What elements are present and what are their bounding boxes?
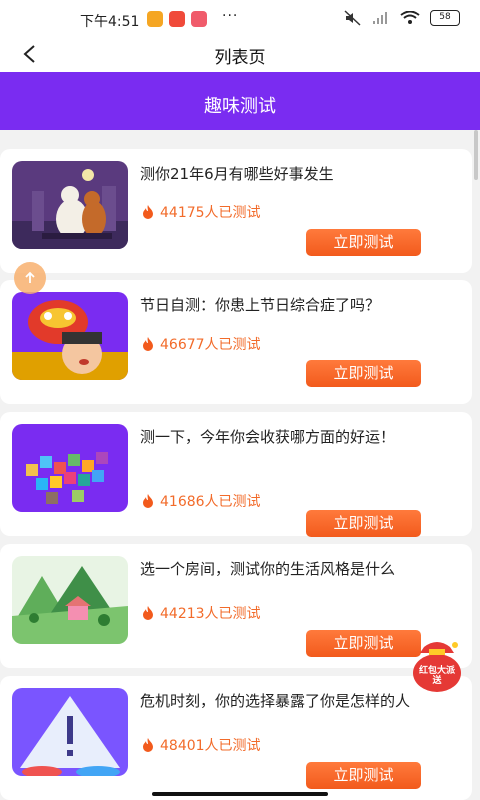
test-count: 44213人已测试 (160, 606, 261, 622)
list-item[interactable]: 选一个房间，测试你的生活风格是什么 44213人已测试 立即测试 (0, 544, 472, 668)
item-title: 测你21年6月有哪些好事发生 (140, 165, 334, 183)
status-bar: 下午4:51 ··· 58 (0, 0, 480, 36)
back-to-top-button[interactable] (14, 262, 46, 294)
test-count: 46677人已测试 (160, 337, 261, 353)
start-test-button[interactable]: 立即测试 (306, 630, 421, 657)
test-count: 48401人已测试 (160, 738, 261, 754)
fire-icon (143, 337, 153, 351)
fire-icon (143, 606, 153, 620)
item-title: 测一下，今年你会收获哪方面的好运！ (140, 428, 396, 446)
lion-dance-illustration (12, 292, 128, 380)
battery-icon: 58 (430, 10, 460, 26)
section-title: 趣味测试 (204, 96, 276, 117)
status-right: 58 (344, 10, 460, 26)
list-item[interactable]: 测一下，今年你会收获哪方面的好运！ 41686人已测试 立即测试 (0, 412, 472, 537)
video-app-icon (169, 11, 185, 27)
mountain-house-illustration (12, 556, 128, 644)
item-meta: 41686人已测试 (140, 491, 261, 511)
red-packet-button[interactable]: 红包大派送 (410, 637, 464, 693)
up-arrow-icon (25, 271, 35, 283)
wifi-icon (400, 11, 420, 24)
item-title: 选一个房间，测试你的生活风格是什么 (140, 560, 396, 578)
signal-icon (373, 12, 387, 24)
item-meta: 44175人已测试 (140, 202, 261, 222)
home-indicator[interactable] (152, 792, 328, 796)
item-meta: 48401人已测试 (140, 735, 261, 755)
status-time: 下午4:51 (80, 14, 140, 30)
test-count: 41686人已测试 (160, 494, 261, 510)
more-notifications-icon: ··· (222, 8, 239, 24)
start-test-button[interactable]: 立即测试 (306, 510, 421, 537)
list-item[interactable]: 危机时刻，你的选择暴露了你是怎样的人 48401人已测试 立即测试 (0, 676, 472, 800)
list-item[interactable]: 测你21年6月有哪些好事发生 44175人已测试 立即测试 (0, 149, 472, 273)
item-title: 节日自测：你患上节日综合症了吗？ (140, 296, 381, 314)
item-meta: 44213人已测试 (140, 603, 261, 623)
start-test-button[interactable]: 立即测试 (306, 360, 421, 387)
fire-icon (143, 205, 153, 219)
game-app-icon (191, 11, 207, 27)
warning-sign-illustration (12, 688, 128, 776)
section-header: 趣味测试 (0, 72, 480, 130)
list-item[interactable]: 节日自测：你患上节日综合症了吗？ 46677人已测试 立即测试 (0, 280, 472, 404)
item-title: 危机时刻，你的选择暴露了你是怎样的人 (140, 692, 411, 710)
colorful-cubes-illustration (12, 424, 128, 512)
nav-bar: 列表页 (0, 36, 480, 72)
cats-night-illustration (12, 161, 128, 249)
scrollbar[interactable] (474, 130, 478, 180)
app-notification-icon (147, 11, 163, 27)
start-test-button[interactable]: 立即测试 (306, 229, 421, 256)
item-meta: 46677人已测试 (140, 334, 261, 354)
test-list[interactable]: 测你21年6月有哪些好事发生 44175人已测试 立即测试 节日自测：你患上节日… (0, 130, 480, 800)
fire-icon (143, 738, 153, 752)
test-count: 44175人已测试 (160, 205, 261, 221)
notification-icons (147, 11, 207, 27)
fire-icon (143, 494, 153, 508)
page-title: 列表页 (214, 48, 266, 68)
mute-icon (344, 10, 361, 26)
red-packet-label: 红包大派送 (418, 666, 455, 686)
start-test-button[interactable]: 立即测试 (306, 762, 421, 789)
